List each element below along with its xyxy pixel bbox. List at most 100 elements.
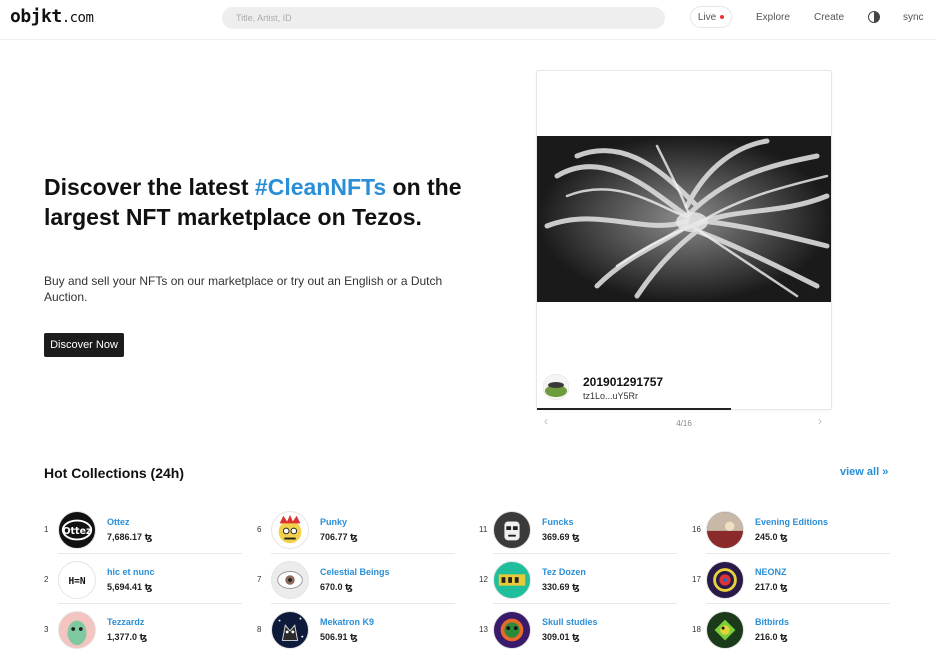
collection-item[interactable]: 2 H=N hic et nunc 5,694.41 ꜩ (44, 555, 242, 604)
collection-item[interactable]: 6 Punky 706.77 ꜩ (257, 505, 455, 554)
collection-item[interactable]: 3 Tezzardz 1,377.0 ꜩ (44, 605, 242, 653)
divider (271, 603, 455, 604)
tezos-icon: ꜩ (572, 632, 580, 642)
collection-volume: 217.0 ꜩ (755, 582, 788, 592)
search-input[interactable] (222, 7, 665, 29)
divider (493, 553, 677, 554)
collection-volume: 309.01 ꜩ (542, 632, 580, 642)
top-navbar: objkt.com Live Explore Create sync (0, 0, 936, 40)
collection-name[interactable]: Tez Dozen (542, 567, 586, 577)
collection-item[interactable]: 12 Tez Dozen 330.69 ꜩ (479, 555, 677, 604)
hot-collections-heading: Hot Collections (24h) (44, 465, 185, 481)
collection-avatar[interactable] (493, 561, 531, 599)
divider (706, 553, 890, 554)
tezos-icon: ꜩ (139, 632, 148, 642)
divider (58, 603, 242, 604)
collection-volume: 245.0 ꜩ (755, 532, 788, 542)
collection-item[interactable]: 18 Bitbirds 216.0 ꜩ (692, 605, 890, 653)
tezos-icon: ꜩ (144, 582, 153, 592)
collection-item[interactable]: 11 Funcks 369.69 ꜩ (479, 505, 677, 554)
collection-name[interactable]: hic et nunc (107, 567, 155, 577)
collection-volume: 216.0 ꜩ (755, 632, 788, 642)
theme-toggle-icon[interactable] (868, 11, 880, 23)
collection-avatar[interactable] (271, 611, 309, 649)
collection-avatar[interactable] (706, 511, 744, 549)
collection-avatar[interactable] (493, 511, 531, 549)
collection-avatar[interactable] (271, 511, 309, 549)
collection-rank: 2 (44, 575, 49, 584)
collection-name[interactable]: Celestial Beings (320, 567, 390, 577)
svg-text:Ottez: Ottez (62, 526, 92, 537)
collection-name[interactable]: NEONZ (755, 567, 787, 577)
collection-name[interactable]: Tezzardz (107, 617, 144, 627)
collection-rank: 18 (692, 625, 701, 634)
collection-name[interactable]: Funcks (542, 517, 574, 527)
clean-nfts-hashtag[interactable]: #CleanNFTs (255, 174, 386, 200)
collection-volume: 706.77 ꜩ (320, 532, 358, 542)
collection-volume: 670.0 ꜩ (320, 582, 353, 592)
nav-create-link[interactable]: Create (814, 12, 844, 23)
tezos-icon: ꜩ (350, 532, 358, 542)
collection-avatar[interactable] (58, 611, 96, 649)
collection-rank: 7 (257, 575, 262, 584)
tezos-icon: ꜩ (572, 582, 580, 592)
collection-name[interactable]: Bitbirds (755, 617, 789, 627)
collection-name[interactable]: Punky (320, 517, 347, 527)
objkt-logo[interactable]: objkt.com (10, 6, 94, 27)
collection-item[interactable]: 13 Skull studies 309.01 ꜩ (479, 605, 677, 653)
live-dot-icon (720, 15, 725, 19)
collection-volume: 7,686.17 ꜩ (107, 532, 153, 542)
collection-name[interactable]: Evening Editions (755, 517, 828, 527)
collection-item[interactable]: 7 Celestial Beings 670.0 ꜩ (257, 555, 455, 604)
collection-item[interactable]: 16 Evening Editions 245.0 ꜩ (692, 505, 890, 554)
collection-avatar[interactable] (706, 561, 744, 599)
collection-avatar[interactable] (706, 611, 744, 649)
collection-rank: 6 (257, 525, 262, 534)
featured-artwork-image[interactable] (537, 136, 831, 302)
featured-creator-address[interactable]: tz1Lo...uY5Rr (583, 391, 638, 401)
collection-rank: 11 (479, 525, 488, 534)
collection-rank: 13 (479, 625, 488, 634)
nav-explore-link[interactable]: Explore (756, 12, 790, 23)
slide-counter: 4/16 (676, 419, 692, 428)
tezos-icon: ꜩ (780, 632, 788, 642)
collection-item[interactable]: 17 NEONZ 217.0 ꜩ (692, 555, 890, 604)
collection-avatar[interactable] (493, 611, 531, 649)
featured-nft-title[interactable]: 201901291757 (583, 375, 663, 389)
chevron-left-icon[interactable]: ‹ (544, 414, 548, 428)
discover-now-button[interactable]: Discover Now (44, 333, 124, 357)
collection-item[interactable]: 1 Ottez Ottez 7,686.17 ꜩ (44, 505, 242, 554)
view-all-link[interactable]: view all » (840, 466, 888, 478)
svg-text:H=N: H=N (68, 576, 85, 587)
featured-nft-card[interactable]: 201901291757 tz1Lo...uY5Rr (536, 70, 832, 410)
hero-subtitle: Buy and sell your NFTs on our marketplac… (44, 274, 443, 304)
collection-item[interactable]: 8 Mekatron K9 506.91 ꜩ (257, 605, 455, 653)
collection-volume: 330.69 ꜩ (542, 582, 580, 592)
collection-name[interactable]: Skull studies (542, 617, 598, 627)
tezos-icon: ꜩ (780, 532, 788, 542)
tezos-icon: ꜩ (572, 532, 580, 542)
collection-volume: 1,377.0 ꜩ (107, 632, 148, 642)
collection-avatar[interactable]: Ottez (58, 511, 96, 549)
divider (58, 553, 242, 554)
hero-title: Discover the latest #CleanNFTs on the la… (44, 174, 462, 230)
tezos-icon: ꜩ (350, 632, 358, 642)
collection-name[interactable]: Ottez (107, 517, 130, 527)
divider (493, 603, 677, 604)
collection-rank: 16 (692, 525, 701, 534)
collection-rank: 1 (44, 525, 49, 534)
creator-avatar[interactable] (543, 374, 569, 400)
divider (271, 553, 455, 554)
live-button[interactable]: Live (690, 6, 732, 28)
tezos-icon: ꜩ (780, 582, 788, 592)
slide-progress-bar (537, 408, 732, 410)
divider (706, 603, 890, 604)
sync-link[interactable]: sync (903, 12, 924, 23)
chevron-right-icon[interactable]: › (818, 414, 822, 428)
collection-rank: 12 (479, 575, 488, 584)
collection-volume: 506.91 ꜩ (320, 632, 358, 642)
collection-avatar[interactable] (271, 561, 309, 599)
collection-name[interactable]: Mekatron K9 (320, 617, 374, 627)
collection-avatar[interactable]: H=N (58, 561, 96, 599)
collection-rank: 8 (257, 625, 262, 634)
